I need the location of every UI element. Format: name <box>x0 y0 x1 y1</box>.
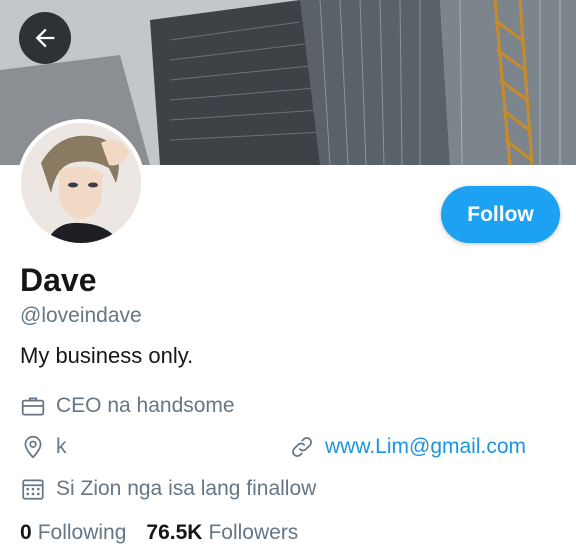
link-icon <box>292 437 312 457</box>
location-text: k <box>56 435 67 458</box>
arrow-left-icon <box>35 28 55 48</box>
following-stat[interactable]: 0 Following <box>20 521 146 545</box>
profile-joined: Si Zion nga isa lang finallow <box>20 476 316 502</box>
job-text: CEO na handsome <box>56 394 235 417</box>
bio-text: My business only. <box>20 343 194 368</box>
followers-stat[interactable]: 76.5K Followers <box>146 521 318 545</box>
profile-location: k <box>20 434 67 460</box>
followers-label: Followers <box>208 521 299 544</box>
avatar[interactable] <box>17 119 145 247</box>
following-count: 0 <box>20 521 32 544</box>
followers-count: 76.5K <box>146 521 203 544</box>
calendar-icon <box>22 479 44 500</box>
follow-stats: 0 Following 76.5K Followers <box>20 521 318 545</box>
website-link[interactable]: www.Lim@gmail.com <box>325 435 526 459</box>
profile-job: CEO na handsome <box>20 393 235 419</box>
back-button[interactable] <box>19 12 71 64</box>
location-pin-icon <box>24 435 42 459</box>
display-name: Dave <box>20 262 97 298</box>
follow-button[interactable]: Follow <box>441 186 560 243</box>
avatar-image <box>21 123 141 243</box>
user-handle: @loveindave <box>20 304 142 327</box>
briefcase-icon <box>21 397 45 416</box>
following-label: Following <box>37 521 127 544</box>
profile-website[interactable]: www.Lim@gmail.com <box>289 434 526 460</box>
joined-text: Si Zion nga isa lang finallow <box>56 477 317 500</box>
